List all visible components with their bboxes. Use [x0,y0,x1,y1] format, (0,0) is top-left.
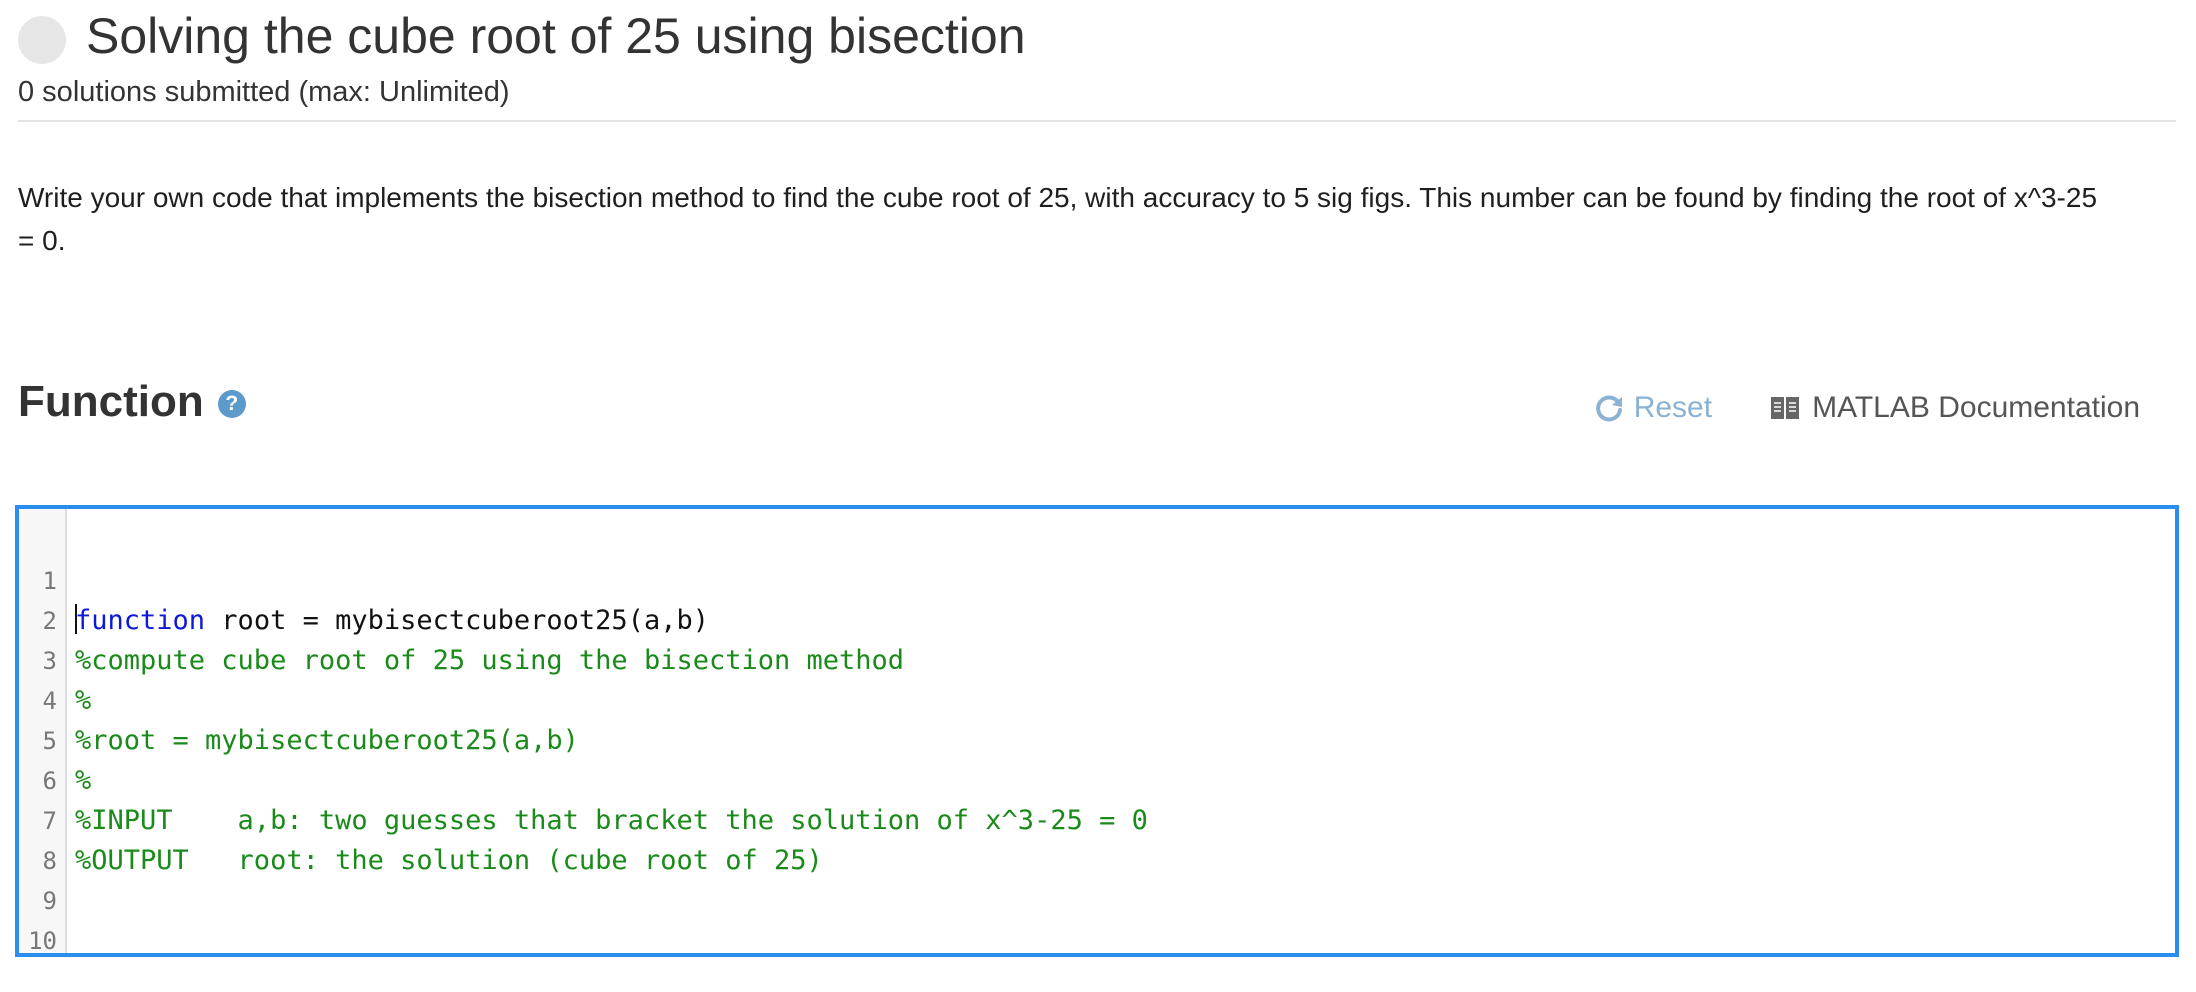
code-line[interactable]: 2 %compute cube root of 25 using the bis… [19,561,2175,676]
problem-description: Write your own code that implements the … [18,182,2098,256]
refresh-icon [1595,395,1622,422]
problem-header: Solving the cube root of 25 using bisect… [18,0,2176,110]
header-divider [18,120,2176,122]
code-line[interactable]: 6 %INPUT a,b: two guesses that bracket t… [19,721,2175,836]
code-editor[interactable]: 1 function root = mybisectcuberoot25(a,b… [15,505,2179,957]
code-line[interactable]: 8 [19,801,2175,875]
matlab-documentation-label: MATLAB Documentation [1812,391,2140,424]
reset-button[interactable]: Reset [1594,391,1712,425]
code-line[interactable]: 3 % [19,601,2175,716]
code-line[interactable]: 5 % [19,681,2175,796]
code-line[interactable]: 1 function root = mybisectcuberoot25(a,b… [19,521,2175,636]
status-circle-icon [18,16,66,64]
function-heading: Function ? [18,372,246,432]
code-line[interactable]: 10 [19,881,2175,953]
code-line[interactable]: 7 %OUTPUT root: the solution (cube root … [19,761,2175,876]
code-line[interactable]: 9 [19,841,2175,915]
code-line[interactable]: 4 %root = mybisectcuberoot25(a,b) [19,641,2175,756]
editor-toolbar: Reset MATLAB Documentation [1594,391,2140,425]
solutions-count: 0 solutions submitted (max: Unlimited) [18,76,510,108]
reset-label: Reset [1633,391,1713,424]
matlab-documentation-link[interactable]: MATLAB Documentation [1770,391,2140,425]
book-icon [1771,397,1800,419]
function-title: Function [18,377,204,426]
code-line[interactable]: 11 end [19,921,2175,953]
title-row: Solving the cube root of 25 using bisect… [18,0,2176,72]
help-icon[interactable]: ? [217,390,246,418]
page-title: Solving the cube root of 25 using bisect… [86,8,1026,64]
code-lines: 1 function root = mybisectcuberoot25(a,b… [19,521,2175,953]
